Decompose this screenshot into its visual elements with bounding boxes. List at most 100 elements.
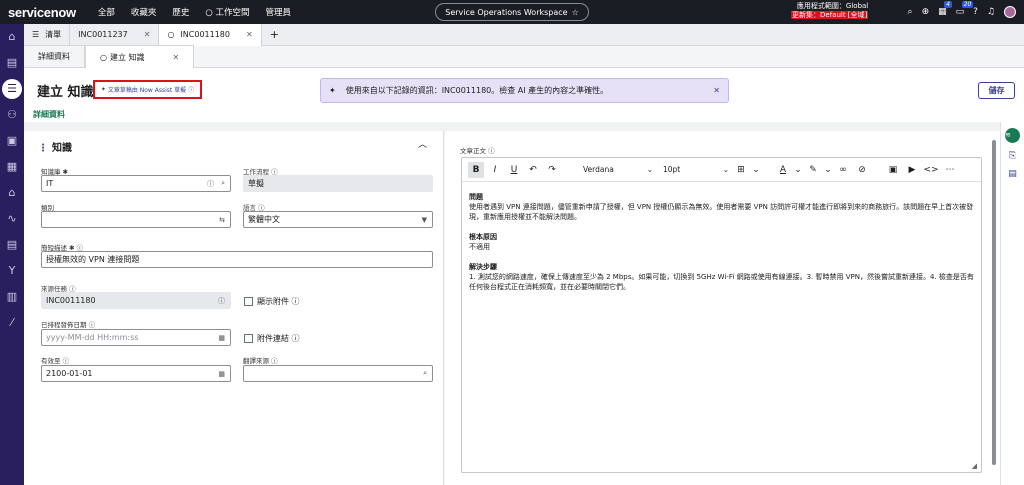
resize-handle-icon[interactable]: ◢ <box>972 462 977 470</box>
sparkle-icon: ✦ <box>100 86 106 93</box>
close-icon[interactable]: ✕ <box>144 30 151 39</box>
page-title: 建立 知識 <box>37 85 94 100</box>
link-icon[interactable]: ∞ <box>835 162 851 178</box>
close-icon[interactable]: ✕ <box>713 86 720 95</box>
sparkle-icon: ✦ <box>329 86 336 95</box>
tab-list[interactable]: ☰ 清單 <box>24 23 71 46</box>
calendar-icon[interactable]: ▦ <box>218 334 225 342</box>
heading-root-cause: 根本原因 <box>469 233 497 241</box>
info-icon[interactable]: ⓘ <box>218 296 225 306</box>
add-tab-icon[interactable]: + <box>262 24 287 46</box>
star-icon[interactable]: ☆ <box>572 8 579 17</box>
help-icon[interactable]: ? <box>973 7 978 17</box>
workflow-value: 草擬 <box>248 179 264 188</box>
search-icon[interactable]: ⌕ <box>221 179 225 188</box>
tab-inc0011237[interactable]: INC0011237 ✕ <box>70 23 160 46</box>
chevron-down-icon[interactable]: ⌄ <box>794 162 802 178</box>
category-input[interactable]: ⇆ <box>41 211 231 228</box>
top-bar: servicenow 全部 收藏夾 歷史 ○ 工作空間 管理員 Service … <box>0 0 1024 24</box>
planned-date-input[interactable]: yyyy-MM-dd HH:mm:ss ▦ <box>41 329 231 346</box>
bold-icon[interactable]: B <box>468 161 484 178</box>
list-icon[interactable]: ☰ <box>2 79 22 99</box>
tab-create-knowledge[interactable]: ○ 建立 知識 ✕ <box>85 45 195 68</box>
search-icon[interactable]: ⌕ <box>908 7 913 17</box>
kb-value: IT <box>46 179 54 188</box>
document-icon[interactable]: ▤ <box>1001 169 1024 179</box>
servicenow-logo[interactable]: servicenow <box>8 5 76 20</box>
calendar-icon[interactable]: ▣ <box>0 128 24 154</box>
valid-to-value: 2100-01-01 <box>46 369 93 378</box>
wand-icon[interactable]: ⁄ <box>0 310 24 336</box>
graduation-icon[interactable]: ⌂ <box>0 180 24 206</box>
drag-handle-icon[interactable]: ⋮ <box>38 143 48 154</box>
nav-workspace[interactable]: ○ 工作空間 <box>197 6 257 18</box>
chevron-down-icon[interactable]: ⌄ <box>824 162 832 178</box>
nav-history[interactable]: 歷史 <box>164 6 197 18</box>
calendar-icon[interactable]: ▦ <box>218 370 225 378</box>
kb-input[interactable]: IT ⓘ ⌕ <box>41 175 231 192</box>
video-icon[interactable]: ▶ <box>904 162 920 178</box>
inbox-icon[interactable]: ▤ <box>0 50 24 76</box>
document-icon[interactable]: ▤ <box>0 232 24 258</box>
attachment-link-checkbox[interactable] <box>244 334 253 343</box>
apps-icon[interactable]: ▦ 4 <box>938 1 952 17</box>
nav-all[interactable]: 全部 <box>90 6 123 18</box>
close-icon[interactable]: ✕ <box>246 30 253 39</box>
chat-icon[interactable]: ▭ 20 <box>956 1 974 17</box>
more-icon[interactable]: ⋯ <box>942 162 958 178</box>
translated-input[interactable]: ⌕ <box>243 365 433 382</box>
short-desc-input[interactable]: 授權無效的 VPN 連接問題 <box>41 251 433 268</box>
heading-resolution: 解決步驟 <box>469 263 497 271</box>
rich-text-editor[interactable]: B I U ↶ ↷ Verdana ⌄ 10pt ⌄ ⊞ ⌄ A ⌄ ✎ ⌄ ∞ ⊘… <box>461 157 982 473</box>
code-icon[interactable]: <> <box>923 162 939 178</box>
image-icon[interactable]: ▣ <box>885 162 901 178</box>
resolution-text: 1. 測試您的網路速度，確保上傳速度至少為 2 Mbps。如果可能，切換到 5G… <box>469 273 974 291</box>
table-icon[interactable]: ⊞ <box>733 162 749 178</box>
search-icon[interactable]: ⌕ <box>423 369 427 378</box>
branch-icon[interactable]: Y <box>0 258 24 284</box>
redo-icon[interactable]: ↷ <box>544 162 560 178</box>
tab-label: INC0011237 <box>78 30 128 39</box>
reference-icon[interactable]: ⇆ <box>219 216 225 224</box>
notification-icon[interactable]: ♫ <box>987 7 995 17</box>
close-icon[interactable]: ✕ <box>173 53 180 62</box>
underline-icon[interactable]: U <box>506 162 522 178</box>
assist-icon[interactable]: ≋ <box>1005 128 1020 143</box>
home-icon[interactable]: ⌂ <box>0 24 24 50</box>
attachment-icon[interactable]: ⎘ <box>1001 151 1024 161</box>
tab-details[interactable]: 詳細資料 <box>24 45 85 67</box>
ai-info-banner: ✦ 使用來自以下記錄的資訊：INC0011180。檢查 AI 產生的內容之準確性… <box>320 78 729 103</box>
tab-label: INC0011180 <box>180 30 230 39</box>
undo-icon[interactable]: ↶ <box>525 162 541 178</box>
nav-favorites[interactable]: 收藏夾 <box>123 6 165 18</box>
highlight-icon[interactable]: ✎ <box>805 162 821 178</box>
nav-admin[interactable]: 管理員 <box>258 6 300 18</box>
font-size-select[interactable]: 10pt ⌄ <box>663 165 729 174</box>
globe-icon[interactable]: ⊕ <box>922 7 930 17</box>
valid-to-input[interactable]: 2100-01-01 ▦ <box>41 365 231 382</box>
people-icon[interactable]: ⚇ <box>0 102 24 128</box>
grid-icon[interactable]: ▦ <box>0 154 24 180</box>
font-family-select[interactable]: Verdana ⌄ <box>583 165 653 174</box>
workspace-selector[interactable]: Service Operations Workspace ☆ <box>435 3 589 21</box>
info-icon[interactable]: ⓘ <box>207 179 214 189</box>
unlink-icon[interactable]: ⊘ <box>854 162 870 178</box>
show-attachments-checkbox[interactable] <box>244 297 253 306</box>
heading-problem: 問題 <box>469 193 483 201</box>
tab-inc0011180[interactable]: ○ INC0011180 ✕ <box>159 23 262 46</box>
chart-icon[interactable]: ▥ <box>0 284 24 310</box>
scrollbar[interactable] <box>992 140 996 465</box>
pulse-icon[interactable]: ∿ <box>0 206 24 232</box>
now-assist-draft-indicator: ✦ 文章草稿由 Now Assist 草擬 ⓘ <box>93 80 202 99</box>
language-select[interactable]: 繁體中文 ▼ <box>243 211 433 228</box>
chevron-up-icon[interactable]: ︿ <box>418 137 427 150</box>
italic-icon[interactable]: I <box>487 162 503 178</box>
chevron-down-icon[interactable]: ⌄ <box>752 162 760 178</box>
save-button[interactable]: 儲存 <box>978 82 1015 99</box>
update-set: 更新集：Default [全域] <box>791 11 869 19</box>
scope-info[interactable]: 應用程式範圍：Global 更新集：Default [全域] <box>791 2 869 20</box>
article-body[interactable]: 問題 使用者遇到 VPN 連接問題，儘管重新申請了授權，但 VPN 授權仍顯示為… <box>469 192 975 292</box>
info-icon[interactable]: ⓘ <box>188 85 194 94</box>
avatar[interactable] <box>1004 6 1016 18</box>
text-color-icon[interactable]: A <box>775 162 791 178</box>
